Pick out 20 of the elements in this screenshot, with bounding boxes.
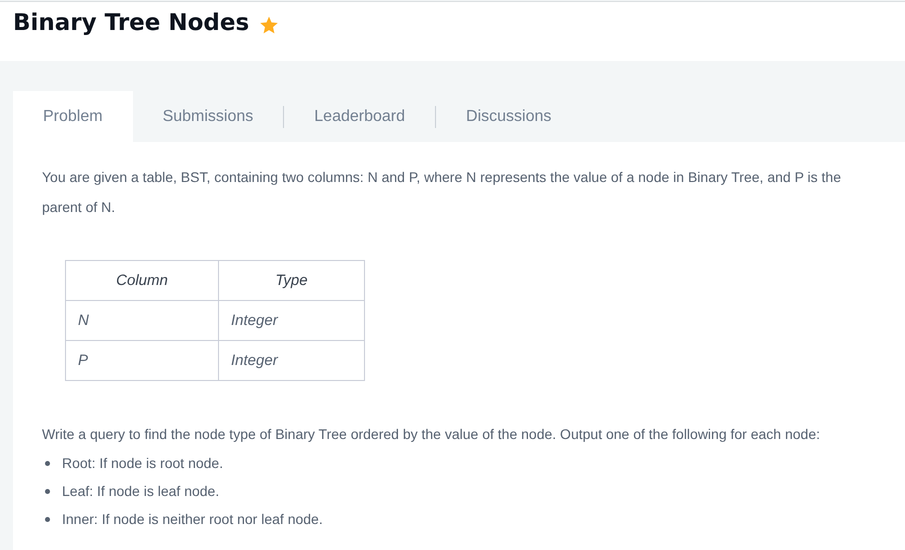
page-title: Binary Tree Nodes bbox=[13, 10, 250, 36]
table-cell: Integer bbox=[218, 300, 364, 340]
tab[interactable]: Submissions bbox=[132, 91, 284, 142]
tab[interactable]: Leaderboard bbox=[284, 91, 436, 142]
bullet-icon bbox=[45, 488, 50, 494]
bullet-icon bbox=[45, 460, 50, 466]
table-cell: P bbox=[66, 340, 218, 380]
star-icon[interactable] bbox=[259, 15, 280, 35]
bullet-icon bbox=[45, 516, 50, 522]
intro-text: You are given a table, BST, containing two columns: N and P, where N represents the value of a node in Binary Tree, and P is the parent of N. bbox=[42, 168, 842, 217]
column-header: Type bbox=[218, 260, 364, 300]
table-cell: N bbox=[66, 300, 218, 340]
column-header: Column bbox=[66, 260, 218, 300]
task-text: Write a query to find the node type of Binary Tree ordered by the value of the node. Output one of the following for each node: bbox=[42, 425, 822, 444]
bullet-text: Inner: If node is neither root nor leaf node. bbox=[62, 510, 323, 529]
bullet-text: Leaf: If node is leaf node. bbox=[62, 482, 220, 501]
bullet-text: Root: If node is root node. bbox=[62, 454, 224, 473]
table-cell: Integer bbox=[218, 340, 364, 380]
tab[interactable]: Discussions bbox=[436, 91, 582, 142]
tab[interactable]: Problem bbox=[13, 91, 133, 142]
